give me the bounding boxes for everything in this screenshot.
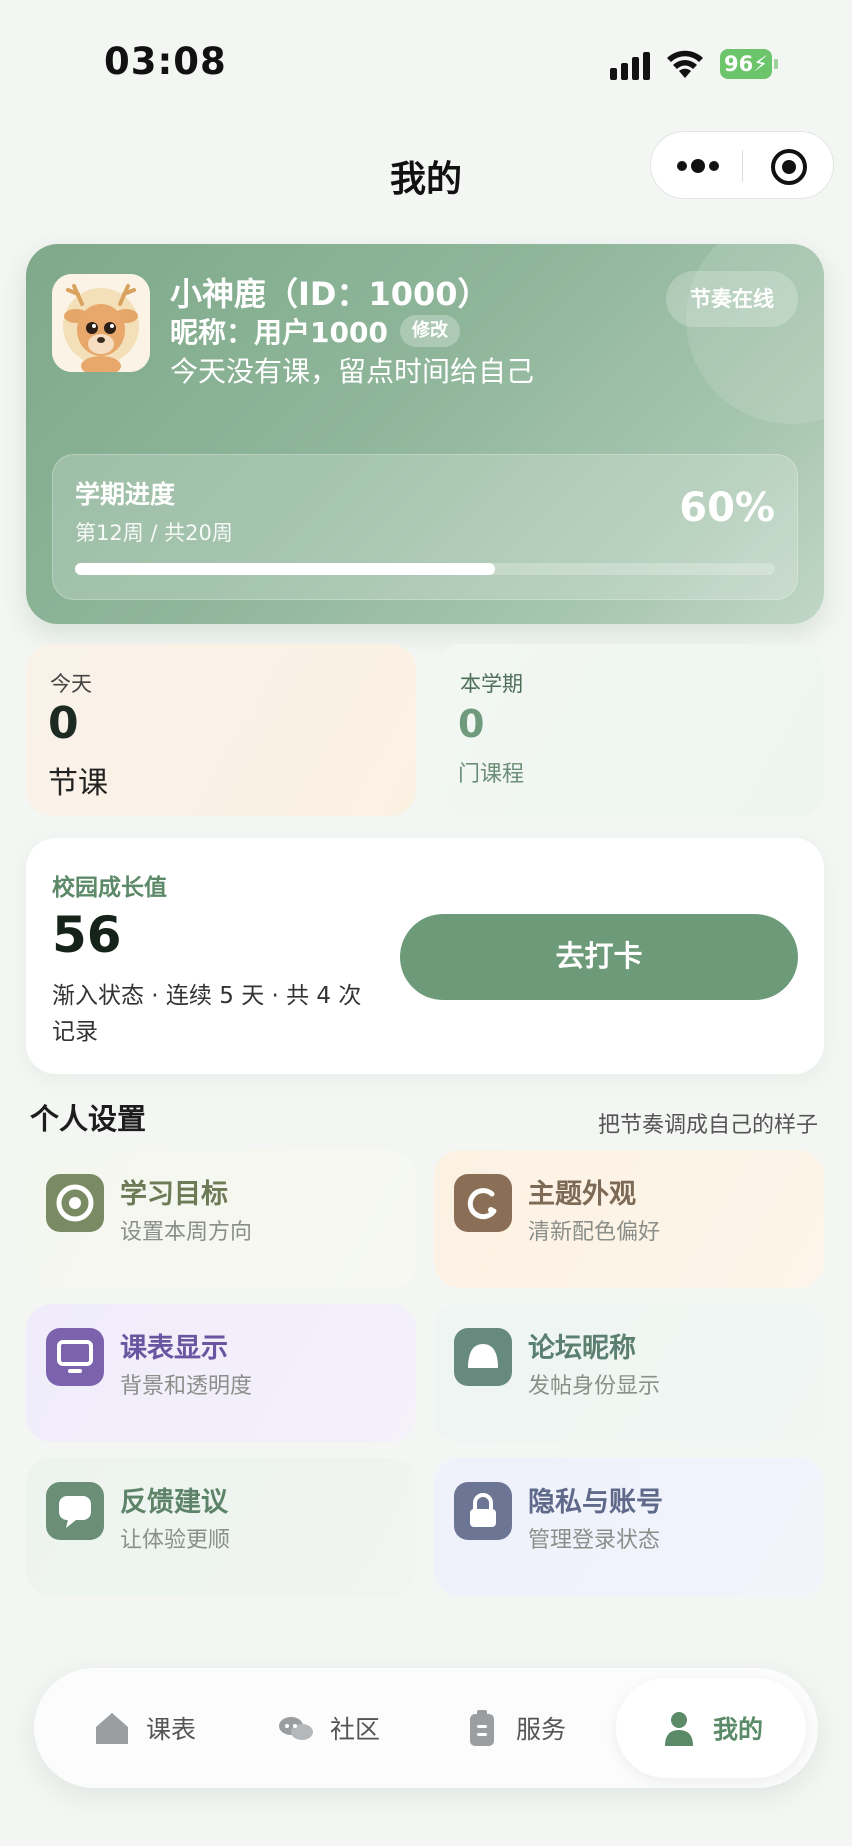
setting-feedback[interactable]: 反馈建议 让体验更顺 [26,1458,416,1596]
growth-value: 56 [52,906,122,964]
tab-community[interactable]: 社区 [248,1668,408,1788]
settings-section-title: 个人设置 [30,1102,147,1136]
checkin-button[interactable]: 去打卡 [400,914,798,1000]
setting-study-goal[interactable]: 学习目标 设置本周方向 [26,1150,416,1288]
palette-icon [454,1174,512,1232]
setting-forum-nickname[interactable]: 论坛昵称 发帖身份显示 [434,1304,824,1442]
semester-progress-panel: 学期进度 第12周 / 共20周 60% [52,454,798,600]
growth-card: 校园成长值 56 渐入状态 · 连续 5 天 · 共 4 次记录 去打卡 [26,838,824,1074]
chat-icon [46,1482,104,1540]
nickname-row: 昵称： 用户1000 修改 [170,312,460,350]
setting-title: 隐私与账号 [528,1487,663,1518]
setting-schedule-display[interactable]: 课表显示 背景和透明度 [26,1304,416,1442]
today-stat-card[interactable]: 今天 0 节课 [26,644,416,816]
setting-subtitle: 管理登录状态 [528,1528,661,1553]
signal-icon [610,52,650,80]
deer-avatar-image [52,274,150,372]
online-status-badge[interactable]: 节奏在线 [666,271,798,327]
nickname-value: 用户1000 [254,316,388,349]
tab-profile[interactable]: 我的 [616,1678,806,1778]
community-icon [278,1717,313,1740]
profile-card: 小神鹿（ID：1000） 昵称： 用户1000 修改 今天没有课，留点时间给自己… [26,244,824,624]
setting-subtitle: 让体验更顺 [120,1528,231,1553]
setting-subtitle: 背景和透明度 [120,1374,253,1399]
semester-label: 本学期 [460,672,523,696]
lock-icon [454,1482,512,1540]
profile-motto: 今天没有课，留点时间给自己 [170,355,535,388]
growth-label: 校园成长值 [52,875,167,901]
semester-stat-card[interactable]: 本学期 0 门课程 [436,644,824,816]
setting-theme[interactable]: 主题外观 清新配色偏好 [434,1150,824,1288]
setting-subtitle: 设置本周方向 [120,1220,253,1245]
semester-progress-fill [75,563,495,575]
battery-indicator: 96⚡ [720,49,778,79]
setting-title: 课表显示 [120,1333,228,1364]
tab-label: 我的 [712,1715,763,1744]
today-value: 0 [48,698,79,749]
setting-title: 论坛昵称 [528,1333,636,1364]
status-bar: 03:08 96⚡ [0,0,852,120]
tab-label: 课表 [145,1715,196,1744]
nickname-label: 昵称： [170,316,255,349]
setting-subtitle: 清新配色偏好 [528,1220,661,1245]
setting-title: 学习目标 [120,1179,228,1210]
edit-nickname-button[interactable]: 修改 [399,315,460,347]
today-label: 今天 [50,672,92,696]
mini-program-capsule [650,131,834,199]
semester-unit: 门课程 [458,762,525,787]
setting-title: 主题外观 [528,1179,636,1210]
target-icon [46,1174,104,1232]
setting-title: 反馈建议 [120,1487,228,1518]
charging-icon: ⚡ [753,52,768,76]
wifi-icon [667,50,703,78]
setting-subtitle: 发帖身份显示 [528,1374,661,1399]
semester-percent: 60% [679,485,775,531]
monitor-icon [46,1328,104,1386]
home-icon [95,1713,128,1744]
semester-value: 0 [458,702,485,746]
profile-name: 小神鹿（ID：1000） [170,275,490,313]
more-icon[interactable] [673,154,723,178]
settings-section-subtitle: 把节奏调成自己的样子 [597,1113,818,1138]
profile-icon [664,1712,693,1746]
tab-schedule[interactable]: 课表 [64,1668,224,1788]
semester-progress-title: 学期进度 [75,480,176,509]
semester-week-text: 第12周 / 共20周 [75,521,233,545]
battery-level: 96 [724,52,754,76]
avatar[interactable] [52,274,150,372]
close-target-icon[interactable] [769,147,809,187]
tab-label: 社区 [329,1715,380,1744]
tab-label: 服务 [515,1715,566,1744]
today-unit: 节课 [48,766,108,801]
clipboard-icon [469,1710,494,1746]
tab-services[interactable]: 服务 [434,1668,594,1788]
bottom-tab-bar: 课表 社区 服务 我的 [34,1668,818,1788]
semester-progress-track [75,563,775,575]
setting-privacy-account[interactable]: 隐私与账号 管理登录状态 [434,1458,824,1596]
user-icon [454,1328,512,1386]
status-time: 03:08 [104,40,227,83]
growth-description: 渐入状态 · 连续 5 天 · 共 4 次记录 [52,983,362,1045]
